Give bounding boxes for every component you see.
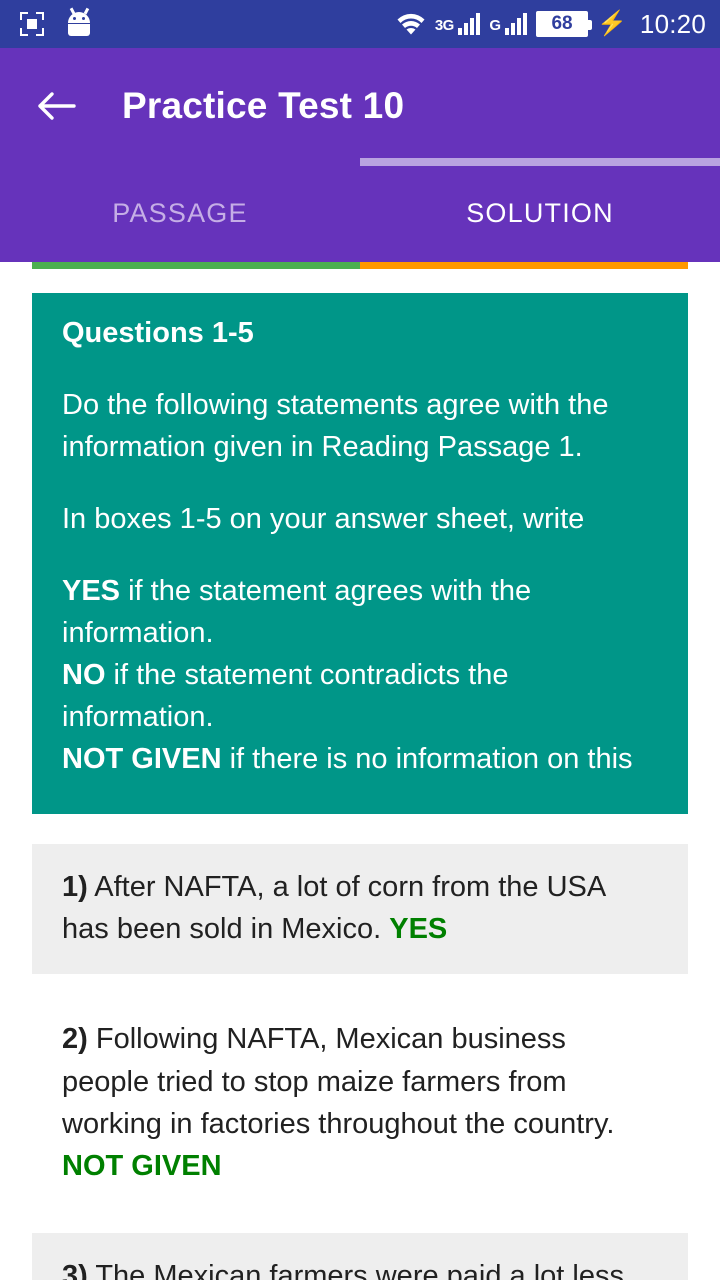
question-row-3[interactable]: 3) The Mexican farmers were paid a lot l… — [32, 1232, 688, 1280]
instruction-title: Questions 1-5 — [62, 317, 254, 349]
signal-3g-icon: 3G — [435, 13, 481, 35]
charging-bolt-icon: ⚡ — [597, 10, 627, 37]
network-3g-label: 3G — [434, 17, 455, 34]
legend-key-yes: YES — [62, 575, 121, 608]
back-arrow-icon[interactable] — [34, 84, 78, 128]
legend-key-no: NO — [62, 659, 106, 692]
signal-g-icon: G — [489, 13, 528, 35]
legend-text-no: if the statement contradicts the informa… — [62, 659, 509, 734]
question-number-3: 3) — [62, 1259, 88, 1280]
legend-text-not-given: if there is no information on this — [221, 743, 633, 776]
question-row-2[interactable]: 2) Following NAFTA, Mexican business peo… — [32, 996, 688, 1210]
solution-scroll-area[interactable]: Questions 1-5 Do the following statement… — [0, 262, 720, 1280]
correct-segment — [32, 262, 360, 269]
tab-passage[interactable]: PASSAGE — [0, 164, 360, 262]
question-text-2: Following NAFTA, Mexican business people… — [62, 1023, 615, 1140]
tab-bar: PASSAGE SOLUTION — [0, 158, 720, 262]
wrong-segment — [360, 262, 688, 269]
tab-solution-label: SOLUTION — [466, 197, 614, 228]
question-answer-1: YES — [389, 913, 448, 946]
legend-text-yes: if the statement agrees with the informa… — [62, 575, 532, 650]
score-progress-bar — [32, 262, 688, 269]
question-answer-2: NOT GIVEN — [62, 1149, 222, 1182]
signal-bars-3g — [457, 13, 481, 35]
signal-bars-g — [504, 13, 528, 35]
instruction-paragraph-2: In boxes 1-5 on your answer sheet, write — [62, 503, 585, 536]
status-bar: 3G G 68 ⚡ 10:20 — [0, 0, 720, 48]
android-icon — [66, 7, 92, 37]
status-bar-right-icons: 3G G 68 ⚡ 10:20 — [396, 9, 706, 40]
question-text-1: After NAFTA, a lot of corn from the USA … — [62, 871, 605, 946]
status-bar-left-icons — [20, 7, 92, 37]
clock-label: 10:20 — [639, 8, 706, 39]
question-row-1[interactable]: 1) After NAFTA, a lot of corn from the U… — [32, 844, 688, 975]
instruction-paragraph-1: Do the following statements agree with t… — [62, 389, 609, 464]
tab-passage-label: PASSAGE — [112, 197, 248, 228]
page-title: Practice Test 10 — [122, 85, 405, 126]
instruction-box: Questions 1-5 Do the following statement… — [32, 293, 688, 815]
question-number-2: 2) — [62, 1023, 88, 1056]
network-g-label: G — [489, 17, 501, 34]
question-text-3: The Mexican farmers were paid a lot less… — [95, 1259, 624, 1280]
wifi-icon — [396, 12, 426, 36]
tab-solution[interactable]: SOLUTION — [360, 158, 720, 262]
battery-icon: 68 — [536, 11, 593, 37]
question-number-1: 1) — [62, 871, 88, 904]
battery-level-label: 68 — [551, 13, 573, 34]
app-bar: Practice Test 10 — [0, 48, 720, 164]
legend-key-not-given: NOT GIVEN — [62, 743, 222, 776]
instruction-legend: YES if the statement agrees with the inf… — [62, 570, 658, 780]
screenshot-icon — [20, 12, 44, 36]
